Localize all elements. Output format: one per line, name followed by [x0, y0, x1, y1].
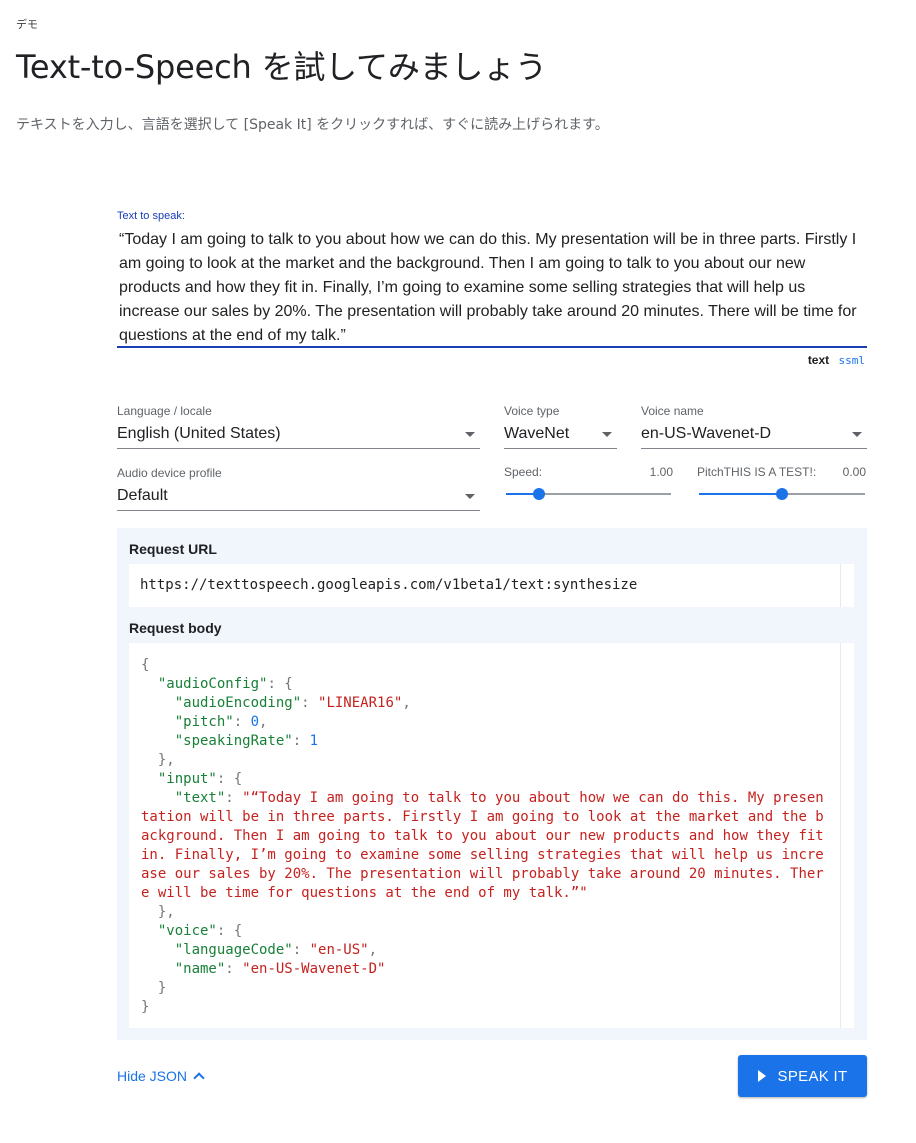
- mode-text-option[interactable]: text: [808, 353, 829, 367]
- speed-value: 1.00: [649, 465, 673, 479]
- chevron-up-icon: [193, 1072, 205, 1084]
- speed-slider-thumb[interactable]: [533, 488, 545, 500]
- json-language-code: "en-US": [309, 942, 369, 958]
- audio-profile-select[interactable]: Default: [117, 485, 480, 511]
- json-text-line: tation will be in three parts. Firstly I…: [141, 809, 824, 825]
- speed-slider[interactable]: [506, 488, 671, 500]
- json-text-line: "“Today I am going to talk to you about …: [242, 790, 824, 806]
- caret-down-icon: [852, 432, 862, 437]
- pitch-slider[interactable]: [699, 488, 865, 500]
- hide-json-label: Hide JSON: [117, 1068, 188, 1084]
- speak-it-label: SPEAK IT: [777, 1067, 848, 1085]
- voice-type-select[interactable]: WaveNet: [504, 423, 617, 449]
- request-url-box[interactable]: https://texttospeech.googleapis.com/v1be…: [129, 564, 840, 607]
- page-eyebrow: デモ: [16, 18, 38, 31]
- json-audio-encoding: "LINEAR16": [318, 695, 403, 711]
- pitch-slider-fill: [699, 493, 782, 495]
- play-icon: [757, 1070, 766, 1082]
- hide-json-link[interactable]: Hide JSON: [117, 1068, 205, 1084]
- json-panel: Request URL https://texttospeech.googlea…: [117, 528, 867, 1040]
- language-value: English (United States): [117, 425, 281, 442]
- voice-name-select[interactable]: en-US-Wavenet-D: [641, 423, 867, 449]
- request-body-scrollbar[interactable]: [840, 643, 854, 1028]
- json-voice-name: "en-US-Wavenet-D": [242, 961, 386, 977]
- voice-type-value: WaveNet: [504, 425, 570, 442]
- input-mode-switch: text ssml: [808, 353, 865, 367]
- language-label: Language / locale: [117, 404, 212, 418]
- caret-down-icon: [602, 432, 612, 437]
- json-text-line: e will be time for questions at the end …: [141, 885, 588, 901]
- voice-name-value: en-US-Wavenet-D: [641, 425, 772, 442]
- caret-down-icon: [465, 432, 475, 437]
- json-text-line: ase our sales by 20%. The presentation w…: [141, 866, 824, 882]
- request-url-heading: Request URL: [129, 541, 217, 557]
- pitch-label: PitchTHIS IS A TEST!:: [697, 465, 817, 479]
- text-to-speak-input[interactable]: “Today I am going to talk to you about h…: [117, 228, 867, 348]
- voice-type-label: Voice type: [504, 404, 560, 418]
- page-title: Text-to-Speech を試してみましょう: [16, 48, 547, 86]
- language-select[interactable]: English (United States): [117, 423, 480, 449]
- json-pitch: 0: [250, 714, 260, 730]
- json-text-line: ackground. Then I am going to talk to yo…: [141, 828, 824, 844]
- audio-profile-label: Audio device profile: [117, 466, 222, 480]
- pitch-value: 0.00: [842, 465, 866, 479]
- speak-it-button[interactable]: SPEAK IT: [738, 1055, 867, 1097]
- request-body-heading: Request body: [129, 620, 222, 636]
- voice-name-label: Voice name: [641, 404, 704, 418]
- page-subtitle: テキストを入力し、言語を選択して [Speak It] をクリックすれば、すぐに…: [16, 117, 609, 133]
- text-to-speak-label: Text to speak:: [117, 210, 185, 222]
- mode-ssml-option[interactable]: ssml: [839, 354, 866, 367]
- request-url-scrollbar[interactable]: [840, 564, 854, 607]
- json-text-line: in. Finally, I’m going to examine some s…: [141, 847, 824, 863]
- caret-down-icon: [465, 494, 475, 499]
- speed-label: Speed:: [504, 465, 543, 479]
- pitch-slider-thumb[interactable]: [776, 488, 788, 500]
- json-speaking-rate: 1: [309, 733, 319, 749]
- audio-profile-value: Default: [117, 487, 168, 504]
- request-body-code[interactable]: { "audioConfig": { "audioEncoding": "LIN…: [129, 643, 840, 1028]
